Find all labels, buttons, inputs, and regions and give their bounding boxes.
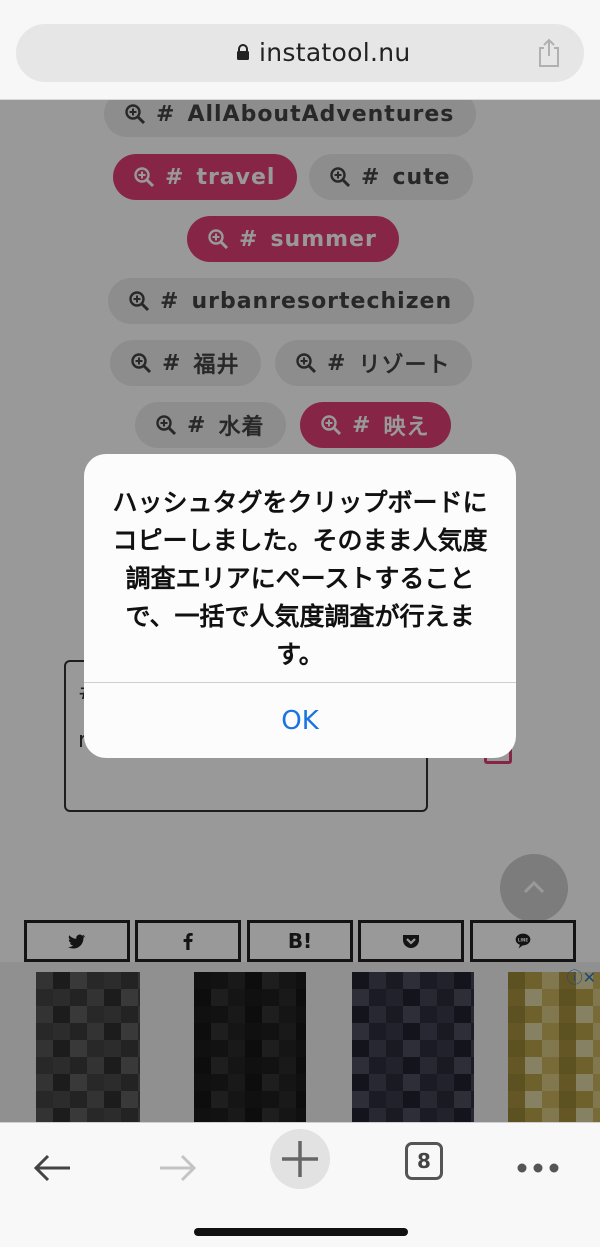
back-arrow-icon xyxy=(33,1154,70,1182)
back-button[interactable] xyxy=(22,1133,82,1203)
ok-button[interactable]: OK xyxy=(84,683,516,758)
share-icon[interactable] xyxy=(536,38,562,68)
lock-icon xyxy=(237,44,249,60)
alert-message: ハッシュタグをクリップボードにコピーしました。そのまま人気度調査エリアにペースト… xyxy=(112,488,488,669)
tabs-button[interactable]: 8 xyxy=(405,1142,443,1180)
more-icon xyxy=(517,1163,559,1173)
browser-toolbar: 8 xyxy=(0,1122,600,1247)
forward-button[interactable] xyxy=(148,1133,208,1203)
url-text[interactable]: instatool.nu xyxy=(259,38,411,67)
browser-address-bar-area: instatool.nu xyxy=(0,0,600,100)
alert-dialog: ハッシュタグをクリップボードにコピーしました。そのまま人気度調査エリアにペースト… xyxy=(84,454,516,758)
new-tab-button[interactable] xyxy=(270,1129,330,1189)
more-button[interactable] xyxy=(510,1133,566,1203)
forward-arrow-icon xyxy=(160,1154,197,1182)
plus-icon xyxy=(282,1141,318,1177)
address-bar[interactable]: instatool.nu xyxy=(16,24,584,82)
home-indicator xyxy=(194,1228,408,1236)
